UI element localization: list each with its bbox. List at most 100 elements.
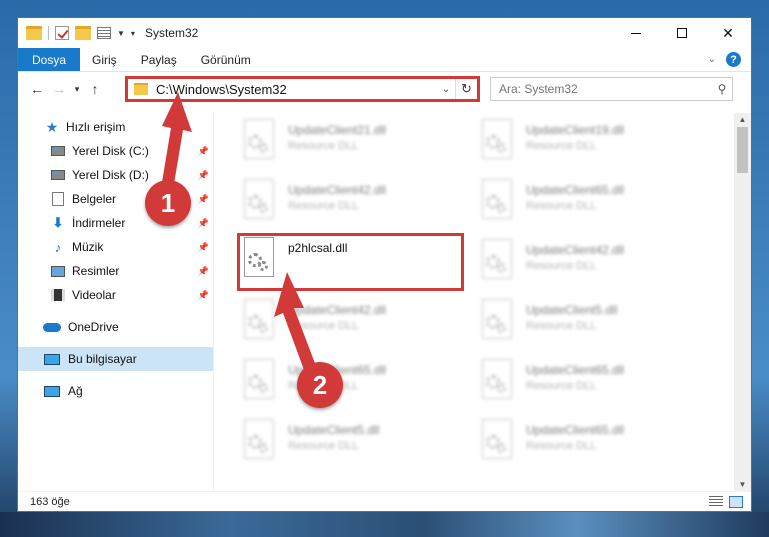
pin-icon[interactable]: 📌: [198, 194, 209, 205]
step-badge-1: 1: [145, 180, 191, 226]
pin-icon[interactable]: 📌: [198, 218, 209, 229]
pane-divider[interactable]: [213, 113, 214, 491]
dll-file-icon: [478, 419, 516, 463]
file-item[interactable]: UpdateClient65.dllResource DLL: [478, 357, 704, 409]
tab-dosya[interactable]: Dosya: [18, 48, 81, 71]
quick-access-toolbar: ▼ ▾: [26, 26, 135, 40]
sidebar-item-videolar[interactable]: Videolar 📌: [18, 283, 213, 307]
search-box[interactable]: ⚲: [490, 77, 733, 101]
pin-icon[interactable]: 📌: [198, 266, 209, 277]
dll-file-icon: [478, 239, 516, 283]
file-explorer-window: ▼ ▾ System32 ✕ Dosya Giriş Paylaş Görünü…: [17, 17, 752, 512]
sidebar-item-this-pc[interactable]: Bu bilgisayar: [18, 347, 213, 371]
sidebar-item-label: Ağ: [68, 384, 83, 398]
large-icons-view-icon[interactable]: [729, 496, 743, 508]
file-item[interactable]: UpdateClient42.dll Resource DLL: [240, 297, 466, 349]
pin-icon[interactable]: 📌: [198, 146, 209, 157]
sidebar-item-label: Hızlı erişim: [66, 120, 126, 134]
expand-ribbon-icon[interactable]: ⌄: [708, 54, 716, 65]
sidebar-item-label: İndirmeler: [72, 216, 126, 230]
chevron-down-icon[interactable]: ⌄: [437, 84, 455, 95]
search-input[interactable]: [499, 82, 712, 96]
scrollbar-thumb[interactable]: [737, 127, 748, 173]
dll-file-icon: [478, 359, 516, 403]
close-button[interactable]: ✕: [705, 18, 751, 48]
vertical-scrollbar[interactable]: ▲ ▼: [734, 113, 751, 491]
file-item[interactable]: UpdateClient42.dll Resource DLL: [240, 177, 466, 229]
sidebar-item-quick-access[interactable]: ★ Hızlı erişim: [18, 115, 213, 139]
recent-locations-button[interactable]: ▾: [70, 84, 84, 95]
search-icon[interactable]: ⚲: [712, 82, 732, 96]
file-item[interactable]: UpdateClient42.dll Resource DLL: [478, 237, 704, 289]
chevron-down-icon[interactable]: ▼: [117, 29, 125, 38]
document-icon: [52, 192, 64, 206]
view-switcher: [709, 496, 743, 508]
file-type: Resource DLL: [526, 260, 597, 272]
properties-icon[interactable]: [97, 27, 111, 39]
properties-check-icon[interactable]: [55, 26, 69, 40]
pictures-icon: [51, 265, 65, 277]
step-badge-2: 2: [297, 362, 343, 408]
minimize-icon: [631, 32, 641, 34]
title-bar: ▼ ▾ System32 ✕: [18, 18, 751, 48]
file-name: UpdateClient19.dll: [526, 123, 625, 137]
file-name: UpdateClient5.dll: [526, 303, 618, 317]
file-name: UpdateClient42.dll: [288, 183, 387, 197]
address-bar[interactable]: C:\Windows\System32 ⌄ ↻: [126, 77, 478, 101]
computer-icon: [44, 353, 60, 365]
file-item-target[interactable]: p2hlcsal.dll: [240, 235, 466, 287]
file-type: Resource DLL: [526, 200, 597, 212]
file-name: UpdateClient42.dll: [526, 243, 625, 257]
file-item[interactable]: UpdateClient19.dll Resource DLL: [478, 117, 704, 169]
tab-gorunum[interactable]: Görünüm: [189, 48, 263, 71]
file-item[interactable]: UpdateClient5.dll Resource DLL: [478, 297, 704, 349]
sidebar-item-network[interactable]: Ağ: [18, 379, 213, 403]
maximize-button[interactable]: [659, 18, 705, 48]
new-folder-icon[interactable]: [75, 26, 91, 40]
refresh-button[interactable]: ↻: [455, 78, 477, 100]
ribbon-right-controls: ⌄ ?: [708, 48, 751, 71]
sidebar-item-onedrive[interactable]: OneDrive: [18, 315, 213, 339]
help-icon[interactable]: ?: [726, 52, 741, 67]
pin-icon[interactable]: 📌: [198, 170, 209, 181]
details-view-icon[interactable]: [709, 496, 723, 508]
folder-icon: [26, 26, 42, 40]
sidebar-item-muzik[interactable]: ♪ Müzik 📌: [18, 235, 213, 259]
sidebar-item-label: Bu bilgisayar: [68, 352, 137, 366]
back-button[interactable]: ←: [26, 81, 48, 97]
tab-giris[interactable]: Giriş: [80, 48, 129, 71]
dll-file-icon: [240, 299, 278, 343]
minimize-button[interactable]: [613, 18, 659, 48]
sidebar-item-disk-c[interactable]: Yerel Disk (C:) 📌: [18, 139, 213, 163]
customize-toolbar-icon[interactable]: ▾: [131, 29, 135, 38]
pin-icon[interactable]: 📌: [198, 242, 209, 253]
dll-file-icon: [240, 119, 278, 163]
window-controls: ✕: [613, 18, 751, 48]
forward-button[interactable]: →: [48, 81, 70, 97]
file-item[interactable]: UpdateClient65.dllResource DLL: [478, 417, 704, 469]
tab-paylas[interactable]: Paylaş: [129, 48, 189, 71]
status-bar: 163 öğe: [18, 491, 751, 512]
disk-icon: [51, 146, 65, 156]
address-path[interactable]: C:\Windows\System32: [156, 82, 437, 97]
sidebar-item-disk-d[interactable]: Yerel Disk (D:) 📌: [18, 163, 213, 187]
folder-icon: [134, 83, 148, 95]
dll-file-icon: [240, 359, 278, 403]
desktop-wallpaper: [0, 512, 769, 537]
scroll-down-icon[interactable]: ▼: [734, 480, 751, 489]
file-item[interactable]: UpdateClient65.dllResource DLL: [240, 357, 466, 409]
file-name: UpdateClient65.dll: [526, 423, 625, 437]
file-type: Resource DLL: [288, 140, 359, 152]
disk-icon: [51, 170, 65, 180]
download-icon: ⬇: [52, 215, 64, 230]
scroll-up-icon[interactable]: ▲: [734, 115, 751, 124]
window-title: System32: [144, 26, 199, 40]
file-item[interactable]: UpdateClient5.dll Resource DLL: [240, 417, 466, 469]
file-item[interactable]: UpdateClient21.dll Resource DLL: [240, 117, 466, 169]
file-name: UpdateClient65.dll: [526, 363, 625, 377]
file-item[interactable]: UpdateClient65.dllResource DLL: [478, 177, 704, 229]
up-button[interactable]: ↑: [84, 81, 106, 97]
pin-icon[interactable]: 📌: [198, 290, 209, 301]
file-name: UpdateClient5.dll: [288, 423, 380, 437]
sidebar-item-resimler[interactable]: Resimler 📌: [18, 259, 213, 283]
